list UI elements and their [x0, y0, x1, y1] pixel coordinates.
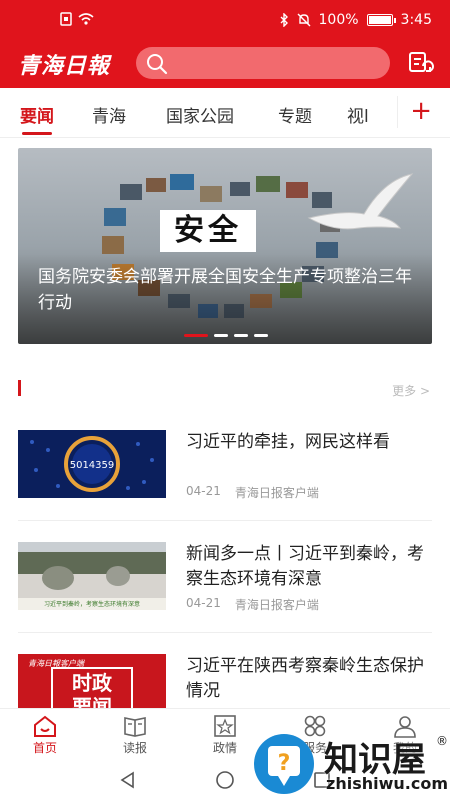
carousel-indicators: [184, 334, 268, 337]
news-thumbnail: 习近平到秦岭，考察生态环境有深意: [18, 542, 166, 610]
scan-refresh-icon[interactable]: [408, 50, 434, 76]
svg-text:时政: 时政: [72, 671, 113, 695]
newspaper-icon: [124, 717, 146, 737]
battery-icon: [366, 14, 396, 26]
watermark-registered: ®: [436, 734, 448, 748]
dove-image: [307, 173, 414, 230]
news-meta: 04-21 青海日报客户端: [186, 596, 319, 613]
news-headline[interactable]: 新闻多一点丨习近平到秦岭，考察生态环境有深意: [186, 542, 426, 592]
nav-politics-label: 政情: [212, 741, 237, 755]
tab-national-park[interactable]: 国家公园: [166, 102, 234, 127]
watermark: ? 知识屋 ® zhishiwu.com: [252, 732, 450, 796]
news-date: 04-21: [186, 596, 221, 610]
tab-qinghai[interactable]: 青海: [92, 102, 126, 127]
hero-banner[interactable]: 安全 国务院安委会部署开展全国安全生产专项整治三年行动: [18, 148, 432, 344]
app-bar: 青海日報: [0, 40, 450, 88]
carousel-dot[interactable]: [184, 334, 208, 337]
nav-politics[interactable]: 政情: [195, 713, 255, 756]
more-link[interactable]: 更多 >: [392, 382, 430, 399]
wifi-icon: [78, 13, 94, 25]
news-date: 04-21: [186, 484, 221, 498]
tab-video[interactable]: 视l: [347, 102, 369, 127]
thumb-counter: 5014359: [70, 460, 115, 471]
home-icon: [34, 715, 56, 737]
news-headline[interactable]: 习近平在陕西考察秦岭生态保护情况: [186, 654, 426, 704]
channel-tabs: 要闻 青海 国家公园 专题 视l +: [0, 88, 450, 138]
carousel-dot[interactable]: [214, 334, 228, 337]
nav-home-label: 首页: [32, 741, 57, 755]
news-headline[interactable]: 习近平的牵挂，网民这样看: [186, 430, 426, 455]
svg-text:习近平到秦岭，考察生态环境有深意: 习近平到秦岭，考察生态环境有深意: [44, 600, 140, 608]
banner-title[interactable]: 国务院安委会部署开展全国安全生产专项整治三年行动: [38, 264, 418, 316]
carousel-dot[interactable]: [254, 334, 268, 337]
news-meta: 04-21 青海日报客户端: [186, 484, 319, 501]
politics-icon: [214, 715, 236, 737]
app-logo[interactable]: 青海日報: [18, 48, 110, 80]
tab-headlines[interactable]: 要闻: [20, 102, 54, 127]
watermark-logo: ?: [254, 734, 314, 794]
mute-icon: [297, 13, 311, 27]
tab-topics[interactable]: 专题: [278, 102, 312, 127]
carousel-dot[interactable]: [234, 334, 248, 337]
list-divider: [18, 520, 432, 521]
sim-icon: [60, 12, 72, 26]
search-input[interactable]: [136, 47, 390, 79]
battery-percent: 100%: [318, 12, 359, 28]
list-divider: [18, 632, 432, 633]
watermark-url: zhishiwu.com: [326, 774, 448, 793]
news-item[interactable]: 习近平到秦岭，考察生态环境有深意 新闻多一点丨习近平到秦岭，考察生态环境有深意 …: [18, 542, 432, 642]
tab-divider: [397, 96, 398, 128]
nav-newspaper[interactable]: 读报: [105, 713, 165, 756]
svg-text:?: ?: [278, 751, 291, 776]
banner-image-caption: 安全: [160, 210, 256, 252]
section-marker: [18, 380, 21, 396]
news-source: 青海日报客户端: [234, 486, 319, 500]
nav-newspaper-label: 读报: [122, 741, 147, 755]
app-header: 100% 3:45 青海日報: [0, 0, 450, 88]
nav-home[interactable]: 首页: [15, 713, 75, 756]
status-bar: 100% 3:45: [0, 0, 450, 40]
news-source: 青海日报客户端: [234, 598, 319, 612]
back-icon[interactable]: [118, 770, 138, 790]
clock: 3:45: [400, 12, 432, 28]
bluetooth-icon: [280, 13, 288, 27]
search-icon: [147, 54, 168, 75]
news-item[interactable]: 5014359 习近平的牵挂，网民这样看 04-21 青海日报客户端: [18, 430, 432, 530]
add-channel-button[interactable]: +: [410, 96, 432, 126]
active-tab-indicator: [22, 132, 52, 135]
home-circle-icon[interactable]: [215, 770, 235, 790]
news-thumbnail: 5014359: [18, 430, 166, 498]
svg-text:青海日報客户端: 青海日報客户端: [28, 659, 85, 668]
